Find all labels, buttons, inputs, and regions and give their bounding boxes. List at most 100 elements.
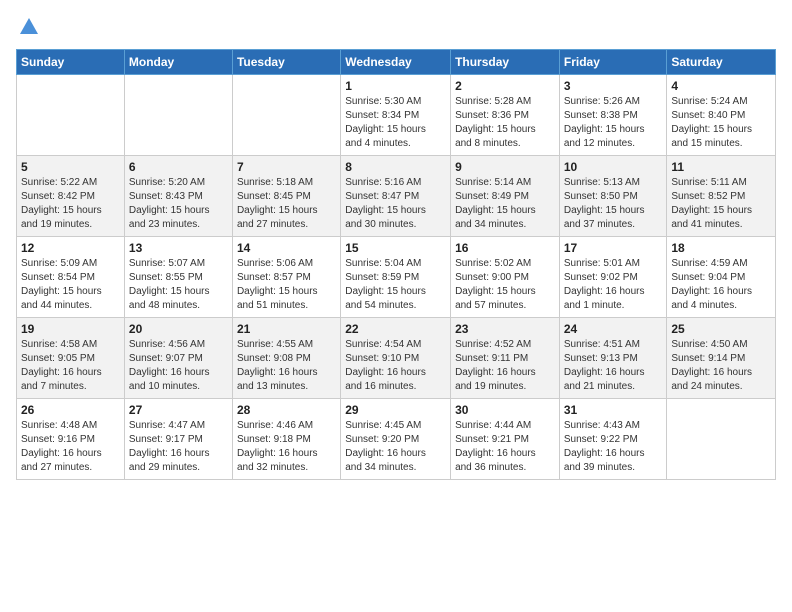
day-number: 11	[671, 160, 771, 174]
day-number: 3	[564, 79, 663, 93]
day-number: 29	[345, 403, 446, 417]
day-number: 25	[671, 322, 771, 336]
day-info: Sunrise: 5:28 AM Sunset: 8:36 PM Dayligh…	[455, 95, 555, 151]
day-number: 15	[345, 241, 446, 255]
day-info: Sunrise: 5:16 AM Sunset: 8:47 PM Dayligh…	[345, 176, 446, 232]
calendar-day-cell: 16Sunrise: 5:02 AM Sunset: 9:00 PM Dayli…	[451, 237, 560, 318]
day-of-week-header: Wednesday	[341, 50, 451, 75]
calendar-day-cell: 18 Sunrise: 4:59 AM Sunset: 9:04 PM Dayli…	[667, 237, 776, 318]
page-header	[16, 16, 776, 39]
logo-icon	[18, 16, 40, 38]
day-of-week-header: Monday	[124, 50, 232, 75]
calendar-day-cell: 29 Sunrise: 4:45 AM Sunset: 9:20 PM Dayli…	[341, 399, 451, 480]
day-info: Sunrise: 4:50 AM Sunset: 9:14 PM Dayligh…	[671, 338, 771, 394]
calendar-day-cell: 26 Sunrise: 4:48 AM Sunset: 9:16 PM Dayli…	[17, 399, 125, 480]
day-info: Sunrise: 5:13 AM Sunset: 8:50 PM Dayligh…	[564, 176, 663, 232]
day-info: Sunrise: 5:26 AM Sunset: 8:38 PM Dayligh…	[564, 95, 663, 151]
day-number: 10	[564, 160, 663, 174]
day-info: Sunrise: 4:58 AM Sunset: 9:05 PM Dayligh…	[21, 338, 120, 394]
calendar-day-cell: 24 Sunrise: 4:51 AM Sunset: 9:13 PM Dayli…	[559, 318, 667, 399]
calendar-week-row: 5 Sunrise: 5:22 AM Sunset: 8:42 PM Daylig…	[17, 156, 776, 237]
day-number: 18	[671, 241, 771, 255]
calendar-day-cell: 22 Sunrise: 4:54 AM Sunset: 9:10 PM Dayli…	[341, 318, 451, 399]
day-info: Sunrise: 4:45 AM Sunset: 9:20 PM Dayligh…	[345, 419, 446, 475]
day-number: 24	[564, 322, 663, 336]
day-number: 1	[345, 79, 446, 93]
calendar-day-cell: 23 Sunrise: 4:52 AM Sunset: 9:11 PM Dayli…	[451, 318, 560, 399]
day-info: Sunrise: 5:06 AM Sunset: 8:57 PM Dayligh…	[237, 257, 336, 313]
calendar-day-cell: 15 Sunrise: 5:04 AM Sunset: 8:59 PM Dayli…	[341, 237, 451, 318]
day-number: 30	[455, 403, 555, 417]
calendar-day-cell: 12 Sunrise: 5:09 AM Sunset: 8:54 PM Dayli…	[17, 237, 125, 318]
calendar-header-row: SundayMondayTuesdayWednesdayThursdayFrid…	[17, 50, 776, 75]
day-number: 28	[237, 403, 336, 417]
day-number: 27	[129, 403, 228, 417]
day-info: Sunrise: 5:01 AM Sunset: 9:02 PM Dayligh…	[564, 257, 663, 313]
day-info: Sunrise: 4:51 AM Sunset: 9:13 PM Dayligh…	[564, 338, 663, 394]
calendar-day-cell	[17, 75, 125, 156]
day-info: Sunrise: 5:11 AM Sunset: 8:52 PM Dayligh…	[671, 176, 771, 232]
day-number: 6	[129, 160, 228, 174]
calendar-week-row: 12 Sunrise: 5:09 AM Sunset: 8:54 PM Dayli…	[17, 237, 776, 318]
day-number: 12	[21, 241, 120, 255]
logo	[16, 16, 40, 39]
calendar-day-cell: 2 Sunrise: 5:28 AM Sunset: 8:36 PM Daylig…	[451, 75, 560, 156]
day-number: 22	[345, 322, 446, 336]
calendar-week-row: 26 Sunrise: 4:48 AM Sunset: 9:16 PM Dayli…	[17, 399, 776, 480]
day-number: 23	[455, 322, 555, 336]
calendar-day-cell: 31 Sunrise: 4:43 AM Sunset: 9:22 PM Dayli…	[559, 399, 667, 480]
calendar-day-cell	[232, 75, 340, 156]
day-number: 26	[21, 403, 120, 417]
day-info: Sunrise: 5:07 AM Sunset: 8:55 PM Dayligh…	[129, 257, 228, 313]
day-of-week-header: Sunday	[17, 50, 125, 75]
day-info: Sunrise: 4:48 AM Sunset: 9:16 PM Dayligh…	[21, 419, 120, 475]
calendar-day-cell: 3 Sunrise: 5:26 AM Sunset: 8:38 PM Daylig…	[559, 75, 667, 156]
day-number: 19	[21, 322, 120, 336]
day-number: 9	[455, 160, 555, 174]
day-info: Sunrise: 4:47 AM Sunset: 9:17 PM Dayligh…	[129, 419, 228, 475]
day-info: Sunrise: 4:59 AM Sunset: 9:04 PM Dayligh…	[671, 257, 771, 313]
calendar-day-cell: 8 Sunrise: 5:16 AM Sunset: 8:47 PM Daylig…	[341, 156, 451, 237]
day-number: 14	[237, 241, 336, 255]
calendar-table: SundayMondayTuesdayWednesdayThursdayFrid…	[16, 49, 776, 480]
calendar-day-cell: 6Sunrise: 5:20 AM Sunset: 8:43 PM Daylig…	[124, 156, 232, 237]
day-info: Sunrise: 4:52 AM Sunset: 9:11 PM Dayligh…	[455, 338, 555, 394]
calendar-day-cell: 30 Sunrise: 4:44 AM Sunset: 9:21 PM Dayli…	[451, 399, 560, 480]
day-of-week-header: Thursday	[451, 50, 560, 75]
day-of-week-header: Tuesday	[232, 50, 340, 75]
calendar-day-cell	[124, 75, 232, 156]
day-number: 7	[237, 160, 336, 174]
day-info: Sunrise: 5:22 AM Sunset: 8:42 PM Dayligh…	[21, 176, 120, 232]
day-info: Sunrise: 4:55 AM Sunset: 9:08 PM Dayligh…	[237, 338, 336, 394]
day-number: 31	[564, 403, 663, 417]
day-info: Sunrise: 4:46 AM Sunset: 9:18 PM Dayligh…	[237, 419, 336, 475]
day-info: Sunrise: 5:30 AM Sunset: 8:34 PM Dayligh…	[345, 95, 446, 151]
calendar-day-cell: 28 Sunrise: 4:46 AM Sunset: 9:18 PM Dayli…	[232, 399, 340, 480]
day-info: Sunrise: 4:43 AM Sunset: 9:22 PM Dayligh…	[564, 419, 663, 475]
day-number: 8	[345, 160, 446, 174]
day-info: Sunrise: 4:54 AM Sunset: 9:10 PM Dayligh…	[345, 338, 446, 394]
calendar-day-cell: 25 Sunrise: 4:50 AM Sunset: 9:14 PM Dayli…	[667, 318, 776, 399]
day-number: 13	[129, 241, 228, 255]
calendar-week-row: 1 Sunrise: 5:30 AM Sunset: 8:34 PM Daylig…	[17, 75, 776, 156]
day-info: Sunrise: 4:44 AM Sunset: 9:21 PM Dayligh…	[455, 419, 555, 475]
day-number: 5	[21, 160, 120, 174]
calendar-day-cell: 14 Sunrise: 5:06 AM Sunset: 8:57 PM Dayli…	[232, 237, 340, 318]
day-number: 4	[671, 79, 771, 93]
day-info: Sunrise: 5:04 AM Sunset: 8:59 PM Dayligh…	[345, 257, 446, 313]
calendar-day-cell: 1 Sunrise: 5:30 AM Sunset: 8:34 PM Daylig…	[341, 75, 451, 156]
calendar-day-cell: 10 Sunrise: 5:13 AM Sunset: 8:50 PM Dayli…	[559, 156, 667, 237]
calendar-week-row: 19 Sunrise: 4:58 AM Sunset: 9:05 PM Dayli…	[17, 318, 776, 399]
calendar-day-cell: 20Sunrise: 4:56 AM Sunset: 9:07 PM Dayli…	[124, 318, 232, 399]
calendar-day-cell: 5 Sunrise: 5:22 AM Sunset: 8:42 PM Daylig…	[17, 156, 125, 237]
calendar-day-cell: 19 Sunrise: 4:58 AM Sunset: 9:05 PM Dayli…	[17, 318, 125, 399]
day-number: 21	[237, 322, 336, 336]
day-number: 20	[129, 322, 228, 336]
day-info: Sunrise: 5:14 AM Sunset: 8:49 PM Dayligh…	[455, 176, 555, 232]
day-info: Sunrise: 5:09 AM Sunset: 8:54 PM Dayligh…	[21, 257, 120, 313]
day-of-week-header: Saturday	[667, 50, 776, 75]
day-number: 2	[455, 79, 555, 93]
calendar-day-cell: 27 Sunrise: 4:47 AM Sunset: 9:17 PM Dayli…	[124, 399, 232, 480]
day-number: 17	[564, 241, 663, 255]
day-info: Sunrise: 5:02 AM Sunset: 9:00 PM Dayligh…	[455, 257, 555, 313]
